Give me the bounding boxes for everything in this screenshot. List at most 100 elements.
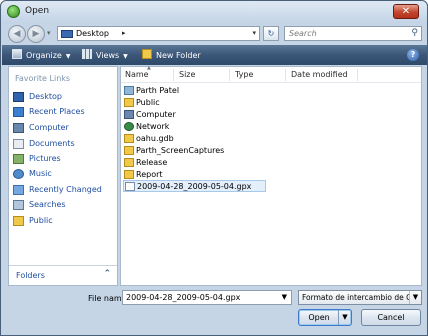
window-title: Open — [25, 6, 50, 16]
documents-icon — [13, 139, 24, 149]
nav-item-label: Music — [29, 169, 52, 178]
searches-icon — [13, 200, 24, 210]
organize-icon — [12, 49, 22, 59]
column-header-size[interactable]: Size — [179, 70, 195, 79]
app-icon — [7, 5, 20, 18]
breadcrumb-arrow-icon[interactable]: ▸ — [122, 29, 126, 37]
folders-toggle[interactable]: Folders ⌃ — [9, 265, 117, 285]
desktop-icon — [13, 92, 24, 102]
folder-icon — [124, 98, 134, 107]
column-header-date-modified[interactable]: Date modified — [291, 70, 348, 79]
title-bar: Open ✕ — [1, 1, 427, 23]
file-row[interactable]: Parth Patel — [123, 85, 293, 97]
file-row[interactable]: Parth_ScreenCaptures — [123, 145, 293, 157]
cancel-button[interactable]: Cancel — [361, 309, 421, 326]
user-folder-icon — [124, 86, 134, 95]
back-button[interactable]: ◀ — [8, 25, 26, 43]
desktop-icon — [61, 30, 73, 38]
nav-item-pictures[interactable]: Pictures — [13, 152, 115, 166]
favorite-links-header: Favorite Links — [15, 74, 71, 83]
views-button[interactable]: Views ▼ — [82, 49, 128, 60]
file-row[interactable]: oahu.gdb — [123, 133, 293, 145]
nav-item-label: Desktop — [29, 92, 62, 101]
file-name: Parth Patel — [136, 86, 180, 95]
file-row[interactable]: Network — [123, 121, 293, 133]
pictures-icon — [13, 154, 24, 164]
history-dropdown-icon[interactable]: ▾ — [47, 29, 51, 37]
forward-button[interactable]: ▶ — [27, 25, 45, 43]
nav-item-label: Pictures — [29, 154, 61, 163]
nav-item-label: Documents — [29, 139, 75, 148]
file-name: Computer — [136, 110, 176, 119]
nav-item-computer[interactable]: Computer — [13, 121, 115, 135]
nav-item-recent-places[interactable]: Recent Places — [13, 105, 115, 119]
nav-item-documents[interactable]: Documents — [13, 137, 115, 151]
chevron-down-icon[interactable]: ▼ — [409, 291, 421, 304]
file-list-pane: Name ▲ Size Type Date modified Parth Pat… — [120, 65, 422, 286]
music-icon — [13, 169, 24, 179]
nav-item-public[interactable]: Public — [13, 214, 115, 228]
nav-item-label: Computer — [29, 123, 69, 132]
file-name-value[interactable]: 2009-04-28_2009-05-04.gpx — [126, 293, 240, 302]
file-type-value[interactable]: Formato de intercambio de GI — [302, 293, 414, 302]
nav-item-label: Recently Changed — [29, 185, 102, 194]
file-name: Network — [136, 122, 170, 131]
caret-down-icon: ▼ — [123, 53, 128, 60]
address-dropdown-icon[interactable]: ▾ — [252, 29, 256, 37]
nav-item-label: Searches — [29, 200, 66, 209]
address-location[interactable]: Desktop — [76, 29, 109, 38]
views-label: Views — [96, 51, 120, 60]
file-name: 2009-04-28_2009-05-04.gpx — [137, 182, 252, 191]
file-row[interactable]: Release — [123, 157, 293, 169]
organize-button[interactable]: Organize ▼ — [12, 49, 70, 60]
column-divider[interactable] — [285, 69, 286, 81]
nav-item-desktop[interactable]: Desktop — [13, 90, 115, 104]
new-folder-button[interactable]: New Folder — [142, 49, 201, 60]
toolbar: Organize ▼ Views ▼ New Folder ? — [2, 45, 427, 65]
chevron-up-icon[interactable]: ⌃ — [103, 269, 111, 279]
file-type-select[interactable]: Formato de intercambio de GI ▼ — [298, 290, 422, 305]
folder-icon — [124, 134, 134, 143]
nav-item-recently-changed[interactable]: Recently Changed — [13, 183, 115, 197]
file-row[interactable]: Public — [123, 97, 293, 109]
column-divider[interactable] — [229, 69, 230, 81]
column-header-type[interactable]: Type — [235, 70, 253, 79]
open-dialog: Open ✕ ◀ ▶ ▾ Desktop ▸ ▾ ↻ Search ⚲ Orga… — [0, 0, 428, 336]
file-name: oahu.gdb — [136, 134, 174, 143]
refresh-button[interactable]: ↻ — [263, 26, 279, 41]
open-split-dropdown-icon[interactable]: ▼ — [338, 310, 351, 325]
views-icon — [82, 49, 92, 59]
computer-icon — [13, 123, 24, 133]
nav-item-music[interactable]: Music — [13, 167, 115, 181]
column-header-name[interactable]: Name — [125, 70, 149, 79]
nav-item-label: Recent Places — [29, 107, 85, 116]
search-icon[interactable]: ⚲ — [411, 28, 418, 38]
nav-item-searches[interactable]: Searches — [13, 198, 115, 212]
search-placeholder: Search — [289, 29, 317, 38]
sort-ascending-icon: ▲ — [147, 65, 151, 71]
chevron-down-icon[interactable]: ▼ — [282, 293, 287, 301]
help-icon[interactable]: ? — [407, 49, 419, 61]
file-name-input[interactable]: 2009-04-28_2009-05-04.gpx ▼ — [122, 290, 292, 305]
new-folder-icon — [142, 49, 152, 59]
address-bar[interactable]: Desktop ▸ ▾ — [57, 26, 260, 41]
navigation-pane: Favorite Links Desktop Recent Places Com… — [8, 66, 118, 286]
folders-label: Folders — [16, 271, 45, 280]
column-divider[interactable] — [173, 69, 174, 81]
file-row-selected[interactable]: 2009-04-28_2009-05-04.gpx — [123, 180, 266, 192]
nav-item-label: Public — [29, 216, 53, 225]
file-icon — [125, 182, 135, 191]
folder-icon — [13, 216, 24, 226]
organize-label: Organize — [26, 51, 62, 60]
file-row[interactable]: Computer — [123, 109, 293, 121]
close-button[interactable]: ✕ — [393, 4, 419, 19]
search-input[interactable]: Search ⚲ — [284, 26, 422, 41]
open-button[interactable]: Open ▼ — [298, 309, 352, 326]
caret-down-icon: ▼ — [65, 53, 71, 60]
column-divider[interactable] — [357, 69, 358, 81]
file-name: Public — [136, 98, 160, 107]
open-label: Open — [308, 313, 330, 322]
file-name: Report — [136, 170, 163, 179]
computer-icon — [124, 110, 134, 119]
column-headers: Name ▲ Size Type Date modified — [121, 65, 421, 83]
